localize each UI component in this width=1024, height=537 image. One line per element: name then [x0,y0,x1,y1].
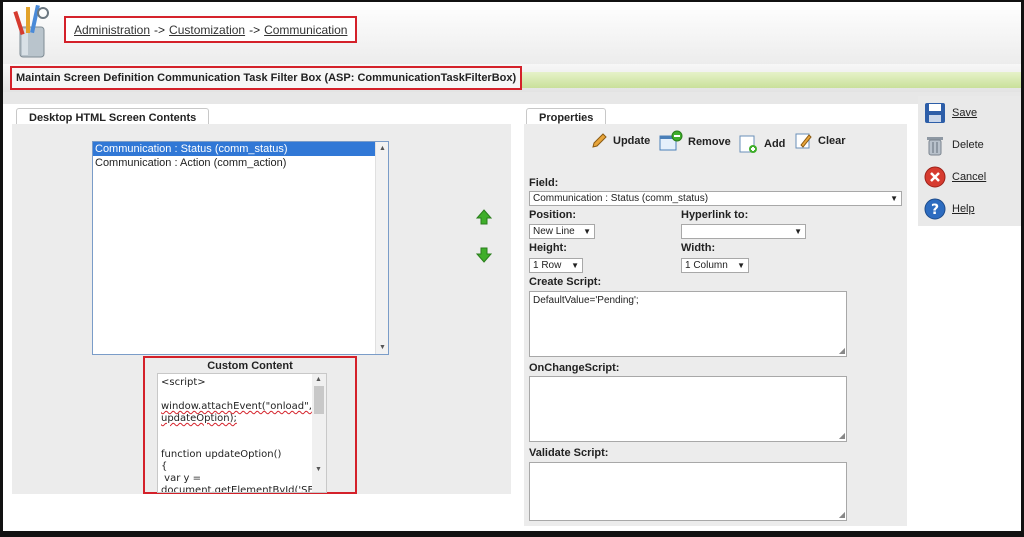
position-select-value: New Line [533,226,575,237]
clear-label: Clear [818,135,846,147]
move-up-icon[interactable] [476,209,492,225]
remove-window-icon [659,130,683,151]
breadcrumb-administration[interactable]: Administration [74,23,150,37]
position-label: Position: [529,209,577,221]
resize-handle-icon[interactable]: ◢ [839,431,845,440]
help-button[interactable]: ? Help [924,198,975,220]
resize-handle-icon[interactable]: ◢ [839,346,845,355]
height-select[interactable]: 1 Row ▼ [529,258,583,273]
pencil-icon [592,133,607,148]
list-item[interactable]: Communication : Status (comm_status) [93,142,388,156]
scroll-down-icon[interactable]: ▼ [379,344,386,351]
dropdown-arrow-icon: ▼ [583,227,591,236]
create-script-textarea[interactable]: DefaultValue='Pending'; ◢ [529,291,847,357]
code-line: updateOption); [161,413,237,424]
tools-logo-icon [13,4,49,58]
list-item[interactable]: Communication : Action (comm_action) [93,156,388,170]
dropdown-arrow-icon: ▼ [794,227,802,236]
page-title: Maintain Screen Definition Communication… [10,66,523,90]
hyperlink-select[interactable]: ▼ [681,224,806,239]
cancel-label: Cancel [952,171,987,183]
width-select-value: 1 Column [685,260,728,271]
update-label: Update [613,135,651,147]
delete-label: Delete [952,139,984,151]
dropdown-arrow-icon: ▼ [890,194,898,203]
scroll-up-icon[interactable]: ▲ [379,145,386,152]
create-script-label: Create Script: [529,276,602,288]
scroll-up-icon[interactable]: ▲ [315,376,322,383]
validate-script-label: Validate Script: [529,447,609,459]
custom-content-section: Custom Content <script> window.attachEven… [143,356,357,494]
validate-script-textarea[interactable]: ◢ [529,462,847,521]
add-label: Add [764,138,786,150]
onchange-script-label: OnChangeScript: [529,362,620,374]
cancel-button[interactable]: Cancel [924,166,986,188]
screen-contents-listbox[interactable]: Communication : Status (comm_status) Com… [92,141,389,355]
dropdown-arrow-icon: ▼ [737,261,745,270]
create-script-value: DefaultValue='Pending'; [533,295,639,306]
save-label: Save [952,107,978,119]
hyperlink-label: Hyperlink to: [681,209,749,221]
code-line: var y = [161,473,201,484]
listbox-scrollbar[interactable]: ▲ ▼ [375,142,388,354]
field-select[interactable]: Communication : Status (comm_status) ▼ [529,191,902,206]
delete-button[interactable]: Delete [924,133,984,157]
move-down-icon[interactable] [476,247,492,263]
code-line: document.getElementById('SELE [161,485,326,493]
title-accent-bar [500,72,1021,88]
clear-note-icon [795,133,812,149]
breadcrumb: Administration -> Customization -> Commu… [64,16,358,43]
update-button[interactable]: Update [590,132,650,150]
height-select-value: 1 Row [533,260,562,271]
field-label: Field: [529,177,559,189]
cancel-x-icon [924,166,946,188]
dropdown-arrow-icon: ▼ [571,261,579,270]
onchange-script-textarea[interactable]: ◢ [529,376,847,442]
breadcrumb-separator: -> [249,22,261,37]
code-line: <script> [161,377,206,388]
clear-button[interactable]: Clear [795,132,846,150]
custom-content-textarea[interactable]: <script> window.attachEvent("onload", upda… [157,373,327,493]
svg-text:?: ? [931,202,939,218]
code-scrollbar[interactable]: ▲ ▼ [312,374,326,492]
resize-handle-icon[interactable]: ◢ [839,510,845,519]
scroll-thumb[interactable] [314,386,324,414]
field-select-value: Communication : Status (comm_status) [533,193,709,204]
scroll-down-icon[interactable]: ▼ [315,466,322,473]
breadcrumb-customization[interactable]: Customization [169,23,245,37]
help-label: Help [952,203,975,215]
code-line: window.attachEvent("onload", [161,401,312,412]
add-page-icon [739,135,757,153]
breadcrumb-separator: -> [154,22,166,37]
panel-footer-area [12,494,511,526]
height-label: Height: [529,242,567,254]
save-button[interactable]: Save [924,102,977,124]
code-line: function updateOption() [161,449,282,460]
help-question-icon: ? [924,198,946,220]
separator-band [3,92,1021,104]
width-select[interactable]: 1 Column ▼ [681,258,749,273]
remove-button[interactable]: Remove [659,130,731,154]
code-line: { [161,461,168,472]
custom-content-label: Custom Content [207,360,293,372]
width-label: Width: [681,242,716,254]
breadcrumb-communication[interactable]: Communication [264,23,347,37]
trash-can-icon [927,137,943,156]
add-button[interactable]: Add [739,134,785,154]
position-select[interactable]: New Line ▼ [529,224,595,239]
remove-label: Remove [688,136,731,148]
floppy-disk-icon [925,103,945,123]
